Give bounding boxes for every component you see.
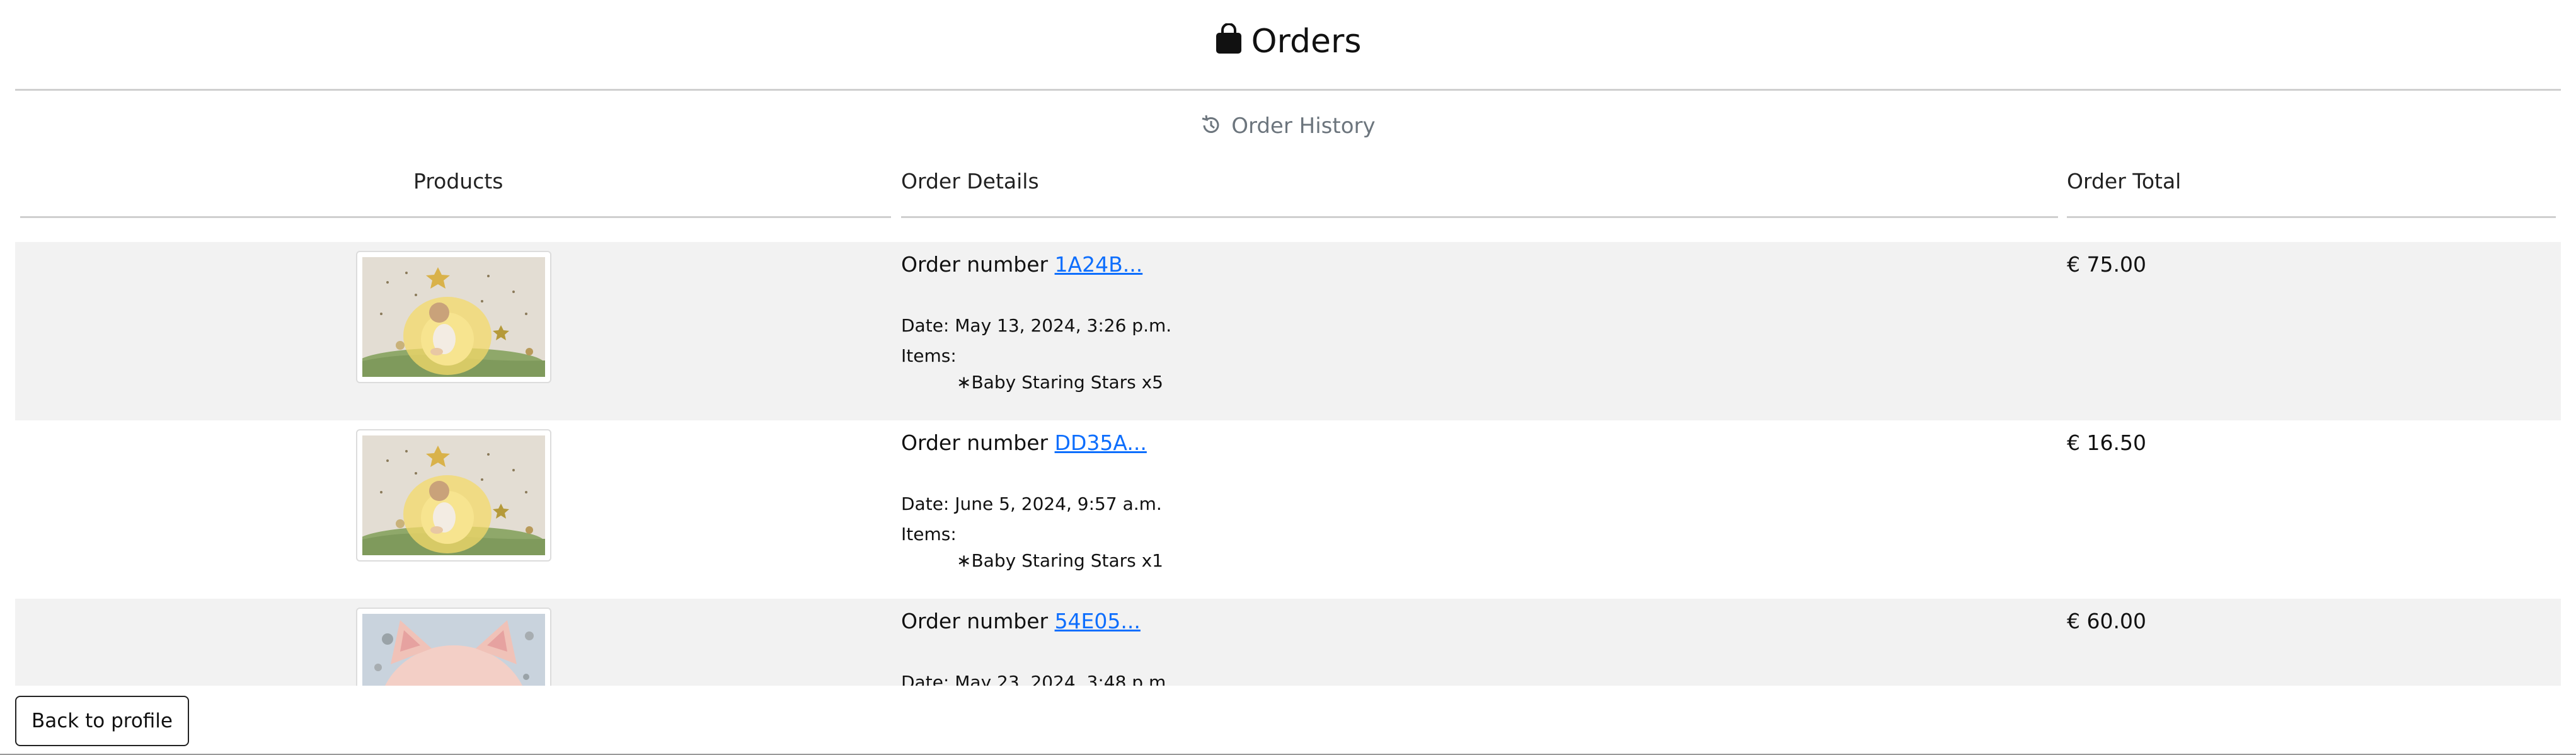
shopping-bag-icon [1215, 21, 1243, 67]
order-history-heading: Order History [0, 112, 2576, 140]
column-rule-order-total [2067, 216, 2556, 218]
column-rule-products [20, 216, 891, 218]
order-number: Order number 54E05... [901, 609, 1141, 633]
history-icon [1200, 113, 1231, 139]
order-line-item: ∗Baby Staring Stars x5 [957, 372, 1163, 393]
column-rule-order-details [901, 216, 2058, 218]
title-divider [15, 89, 2561, 91]
orders-table-scroll[interactable]: Order number 1A24B... Date: May 13, 2024… [15, 242, 2561, 686]
product-thumbnail [356, 608, 551, 686]
order-items-label: Items: [901, 524, 957, 545]
order-row: Order number DD35A... Date: June 5, 2024… [15, 420, 2561, 599]
product-thumbnail [356, 251, 551, 383]
column-header-order-details: Order Details [901, 169, 1039, 193]
order-total: € 16.50 [2067, 430, 2146, 455]
order-number: Order number 1A24B... [901, 252, 1143, 277]
order-number-link[interactable]: 1A24B... [1055, 252, 1143, 277]
order-items-label: Items: [901, 345, 957, 366]
page-title-text: Orders [1251, 23, 1362, 61]
order-history-label: Order History [1231, 113, 1376, 139]
order-row: Order number 54E05... Date: May 23, 2024… [15, 599, 2561, 686]
order-total: € 75.00 [2067, 252, 2146, 277]
order-date: Date: May 13, 2024, 3:26 p.m. [901, 315, 1172, 336]
order-date: Date: June 5, 2024, 9:57 a.m. [901, 493, 1162, 514]
back-to-profile-button[interactable]: Back to profile [15, 696, 189, 746]
column-header-order-total: Order Total [2067, 169, 2182, 193]
page-title: Orders [0, 19, 2576, 67]
order-line-item: ∗Baby Staring Stars x1 [957, 550, 1163, 571]
column-header-products: Products [413, 169, 503, 193]
order-number-link[interactable]: DD35A... [1055, 430, 1147, 455]
order-total: € 60.00 [2067, 609, 2146, 633]
order-number-link[interactable]: 54E05... [1055, 609, 1141, 633]
order-date: Date: May 23, 2024, 3:48 p.m. [901, 672, 1172, 686]
order-row: Order number 1A24B... Date: May 13, 2024… [15, 242, 2561, 420]
product-thumbnail [356, 429, 551, 562]
order-number: Order number DD35A... [901, 430, 1147, 455]
